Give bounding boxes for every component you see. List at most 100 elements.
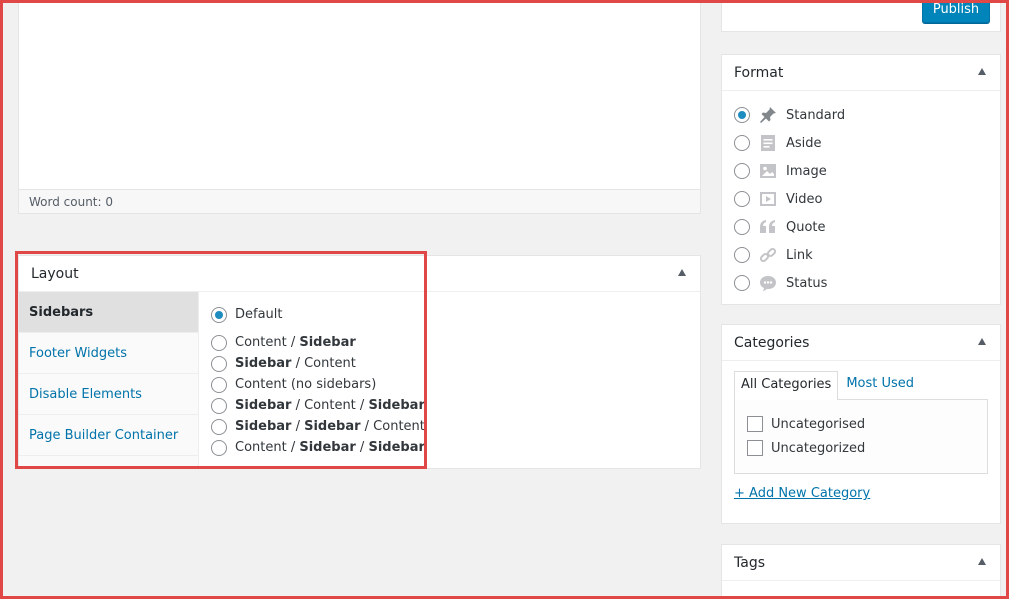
collapse-arrow-icon[interactable] bbox=[978, 68, 986, 75]
format-label: Video bbox=[786, 191, 823, 207]
format-title: Format bbox=[734, 65, 784, 81]
categories-title: Categories bbox=[734, 335, 810, 351]
format-label: Link bbox=[786, 247, 813, 263]
layout-option-part: Content (no sidebars) bbox=[235, 377, 377, 392]
tab-sidebars[interactable]: Sidebars bbox=[19, 292, 198, 333]
tab-footer-widgets[interactable]: Footer Widgets bbox=[19, 333, 198, 374]
layout-option-part: / Content / bbox=[291, 398, 369, 413]
format-radio[interactable] bbox=[734, 247, 750, 263]
aside-icon bbox=[759, 134, 777, 152]
tab-disable-elements[interactable]: Disable Elements bbox=[19, 374, 198, 415]
layout-option-part: Sidebar bbox=[299, 440, 356, 455]
layout-option-part: Sidebar bbox=[368, 398, 425, 413]
status-icon bbox=[759, 274, 777, 292]
layout-option-label: Content (no sidebars) bbox=[235, 377, 376, 392]
format-option-standard[interactable]: Standard bbox=[734, 101, 988, 129]
format-option-status[interactable]: Status bbox=[734, 269, 988, 297]
format-label: Standard bbox=[786, 107, 846, 123]
collapse-arrow-icon[interactable] bbox=[978, 558, 986, 565]
layout-option-part: Sidebar bbox=[235, 419, 292, 434]
image-icon bbox=[759, 162, 777, 180]
tags-metabox: Tags bbox=[721, 544, 1001, 599]
layout-title: Layout bbox=[31, 266, 79, 282]
layout-option[interactable]: Content (no sidebars) bbox=[211, 374, 425, 395]
layout-radio[interactable] bbox=[211, 355, 227, 372]
layout-option[interactable]: Sidebar / Content bbox=[211, 353, 425, 374]
format-label: Status bbox=[786, 275, 828, 291]
layout-option-part: Sidebar bbox=[235, 398, 292, 413]
layout-radio[interactable] bbox=[211, 397, 227, 414]
format-radio[interactable] bbox=[734, 191, 750, 207]
layout-option-part: Sidebar bbox=[235, 356, 292, 371]
radio-default[interactable] bbox=[211, 306, 227, 323]
layout-option-part: Sidebar bbox=[299, 335, 356, 350]
format-radio[interactable] bbox=[734, 135, 750, 151]
format-label: Image bbox=[786, 163, 827, 179]
layout-option-label: Sidebar / Content bbox=[235, 356, 356, 371]
tags-title: Tags bbox=[734, 555, 765, 571]
category-checkbox[interactable] bbox=[747, 440, 763, 456]
layout-option-label: Sidebar / Content / Sidebar bbox=[235, 398, 425, 413]
format-option-link[interactable]: Link bbox=[734, 241, 988, 269]
collapse-arrow-icon[interactable] bbox=[678, 269, 686, 276]
layout-radio[interactable] bbox=[211, 439, 227, 456]
editor-content-area[interactable] bbox=[19, 0, 700, 190]
layout-header[interactable]: Layout bbox=[19, 256, 700, 292]
category-item[interactable]: Uncategorized bbox=[747, 436, 975, 460]
categories-metabox: Categories All Categories Most Used Unca… bbox=[721, 324, 1001, 524]
publish-metabox: Publish bbox=[721, 0, 1001, 32]
layout-option-part: Content / bbox=[235, 440, 300, 455]
categories-header[interactable]: Categories bbox=[722, 325, 1000, 361]
tags-header[interactable]: Tags bbox=[722, 545, 1000, 581]
layout-option-part: Content bbox=[235, 335, 287, 350]
format-radio[interactable] bbox=[734, 275, 750, 291]
layout-radio[interactable] bbox=[211, 376, 227, 393]
sidebar-layout-options: Default Content / Sidebar Sidebar / Conte… bbox=[211, 304, 425, 458]
layout-radio[interactable] bbox=[211, 334, 227, 351]
format-option-aside[interactable]: Aside bbox=[734, 129, 988, 157]
add-new-category-link[interactable]: + Add New Category bbox=[734, 486, 988, 501]
category-checkbox[interactable] bbox=[747, 416, 763, 432]
category-checklist: Uncategorised Uncategorized bbox=[734, 399, 988, 474]
format-radio[interactable] bbox=[734, 219, 750, 235]
category-label: Uncategorized bbox=[771, 440, 866, 456]
layout-option-part: / bbox=[286, 335, 300, 350]
layout-option-part: Sidebar bbox=[368, 440, 425, 455]
layout-option-label: Default bbox=[235, 307, 283, 322]
format-options: Standard Aside Image Video Quote Link Status bbox=[722, 91, 1000, 307]
format-option-image[interactable]: Image bbox=[734, 157, 988, 185]
category-item[interactable]: Uncategorised bbox=[747, 412, 975, 436]
format-radio[interactable] bbox=[734, 163, 750, 179]
format-metabox: Format Standard Aside Image Video Quote Link S… bbox=[721, 54, 1001, 305]
pin-icon bbox=[759, 106, 777, 124]
layout-metabox: Layout Sidebars Footer Widgets Disable E… bbox=[18, 255, 701, 469]
layout-option-default[interactable]: Default bbox=[211, 304, 425, 325]
link-icon bbox=[759, 246, 777, 264]
category-label: Uncategorised bbox=[771, 416, 866, 432]
layout-radio[interactable] bbox=[211, 418, 227, 435]
layout-option-part: / bbox=[291, 356, 305, 371]
publish-button[interactable]: Publish bbox=[922, 0, 990, 23]
layout-option[interactable]: Sidebar / Sidebar / Content bbox=[211, 416, 425, 437]
layout-option-part: Content bbox=[304, 356, 356, 371]
layout-option-part: Sidebar bbox=[304, 419, 361, 434]
tab-most-used[interactable]: Most Used bbox=[838, 371, 920, 399]
layout-option-part: / bbox=[291, 419, 305, 434]
layout-option[interactable]: Sidebar / Content / Sidebar bbox=[211, 395, 425, 416]
layout-option-list: Content / Sidebar Sidebar / Content Conten… bbox=[211, 332, 425, 458]
layout-tabs: Sidebars Footer Widgets Disable Elements… bbox=[19, 292, 199, 468]
format-radio[interactable] bbox=[734, 107, 750, 123]
layout-option[interactable]: Content / Sidebar / Sidebar bbox=[211, 437, 425, 458]
post-editor: Word count: 0 bbox=[18, 0, 701, 214]
layout-option[interactable]: Content / Sidebar bbox=[211, 332, 425, 353]
layout-option-label: Content / Sidebar bbox=[235, 335, 356, 350]
format-option-quote[interactable]: Quote bbox=[734, 213, 988, 241]
collapse-arrow-icon[interactable] bbox=[978, 338, 986, 345]
layout-option-label: Content / Sidebar / Sidebar bbox=[235, 440, 425, 455]
tab-page-builder-container[interactable]: Page Builder Container bbox=[19, 415, 198, 456]
tab-all-categories[interactable]: All Categories bbox=[734, 371, 839, 400]
format-header[interactable]: Format bbox=[722, 55, 1000, 91]
format-option-video[interactable]: Video bbox=[734, 185, 988, 213]
format-label: Aside bbox=[786, 135, 822, 151]
layout-option-part: / Content bbox=[360, 419, 425, 434]
